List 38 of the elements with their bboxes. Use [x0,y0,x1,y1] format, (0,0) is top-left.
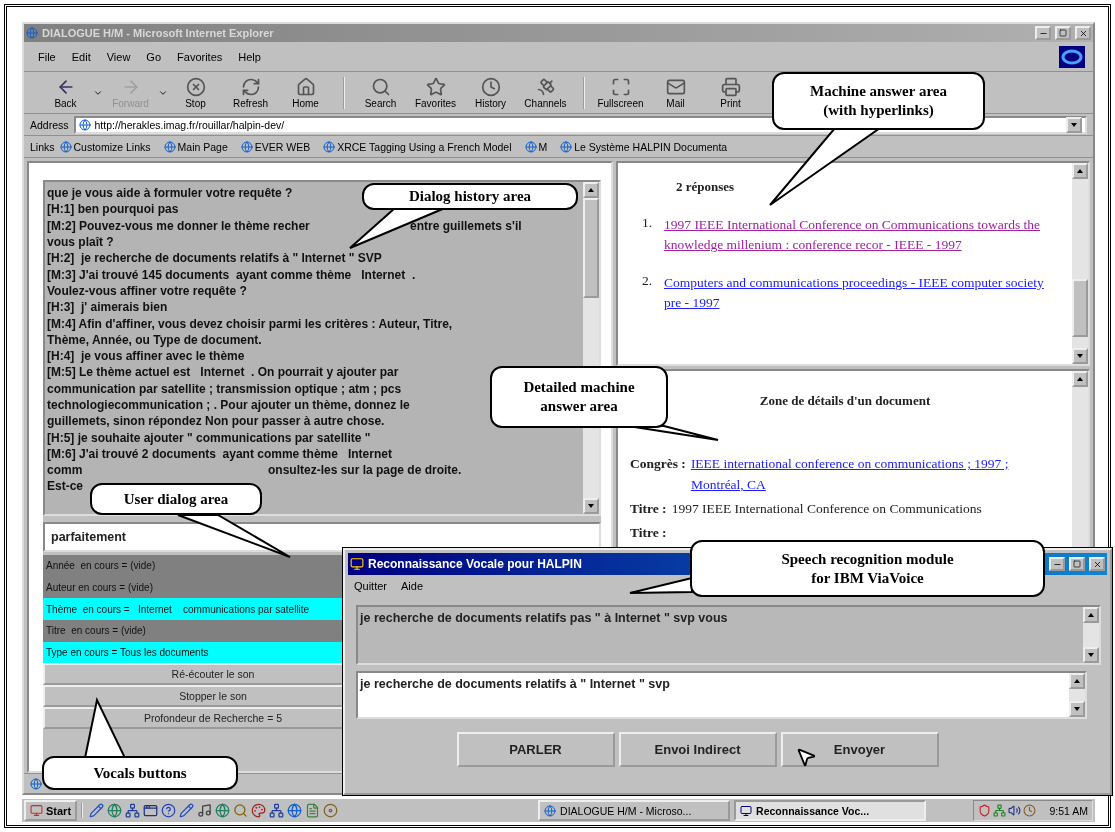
list-number: 2. [640,273,652,290]
history-text: technologiecommunication ; . Pour ajouter un thème, donnez le [47,397,410,413]
list-number: 1. [640,215,652,232]
address-label: Address [30,118,69,131]
field-label: Titre : [630,500,667,518]
recognized-text-area: je recherche de documents relatifs pas " à Internet " svp vous [356,605,1101,665]
answers-heading: 2 réponses [676,179,736,195]
details-heading: Zone de détails d'un document [758,393,932,409]
history-text: [M:5] Le thème actuel est Internet . On pourrait y ajouter par [47,364,399,381]
history-text: [H:2] je recherche de documents relatifs à " Internet " SVP [47,250,382,267]
history-text: entre guillemets s'il [410,217,522,234]
links-label: Links [30,140,55,153]
history-text: communication par satellite ; transmission optique ; atm ; pcs [47,380,402,397]
clock-time: 9:51 AM [1049,804,1088,817]
field-label: Congrès : [630,455,686,473]
field-label: Titre : [630,524,667,542]
history-text: [M:6] J'ai trouvé 2 documents ayant comme thème Internet [47,445,392,462]
history-text: [H:3] j' aimerais bien [47,299,168,316]
history-text: Est-ce [47,478,84,495]
history-text: Thème, Année, ou Type de document. [47,331,262,348]
history-text: [M:4] Afin d'affiner, vous devez choisir parmi les critères : Auteur, Titre, [47,315,453,332]
history-text: guillemets, sinon répondez Non pour passer à autre chose. [47,413,385,430]
history-text: vous plaît ? [47,234,114,251]
callout-tooltip: Speech recognition module for IBM ViaVoice [690,540,1045,597]
callout-tooltip: User dialog area [90,483,262,515]
history-text: [H:4] je vous affiner avec le thème [47,348,245,365]
window-title: DIALOGUE H/M - Microsoft Internet Explorer [42,27,274,39]
field-value: 1997 IEEE International Conference on Communications [671,500,982,518]
history-text: [M:2] Pouvez-vous me donner le thème recher [47,217,311,234]
callout-tooltip: Machine answer area (with hyperlinks) [772,72,985,130]
callout-tooltip: Dialog history area [362,183,578,210]
history-text: onsultez-les sur la page de droite. [268,462,462,479]
history-text: comm [47,462,84,479]
history-text: que je vous aide à formuler votre requête ? [47,185,293,202]
history-text: Voulez-vous affiner votre requête ? [47,282,247,299]
history-text: [M:3] J'ai trouvé 145 documents ayant comme thème Internet . [47,266,416,283]
history-text: [H:1] ben pourquoi pas [47,201,179,218]
history-text: [H:5] je souhaite ajouter " communications par satellite " [47,429,371,446]
